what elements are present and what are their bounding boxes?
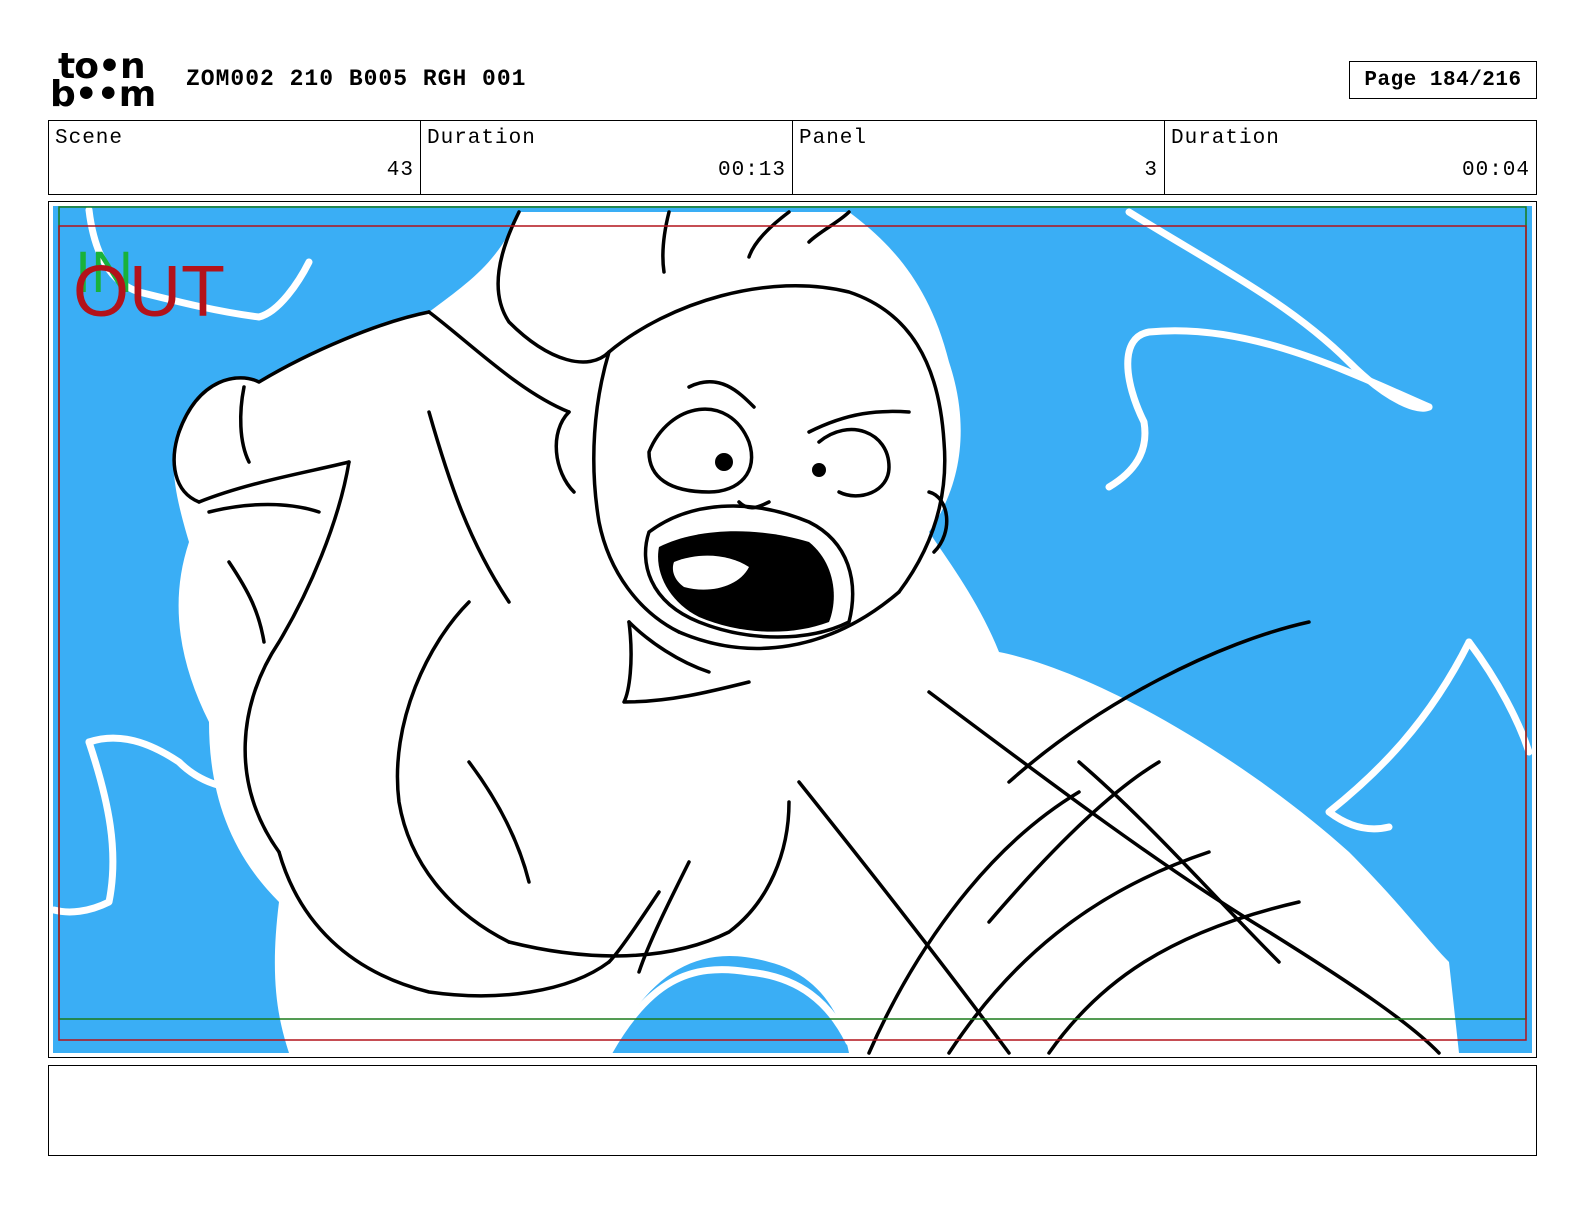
panel-duration-cell: Duration 00:04 xyxy=(1164,121,1536,194)
document-title: ZOM002 210 B005 RGH 001 xyxy=(186,66,527,92)
panel-duration-label: Duration xyxy=(1171,127,1280,150)
panel-drawing: IN OUT xyxy=(50,206,1533,1056)
logo-text-bottom: b••m xyxy=(50,74,156,115)
scene-duration-value: 00:13 xyxy=(717,159,786,182)
scene-info-table: Scene 43 Duration 00:13 Panel 3 Duration… xyxy=(48,120,1537,195)
panel-notes-box xyxy=(48,1065,1537,1156)
page-indicator: Page 184/216 xyxy=(1349,61,1537,99)
panel-duration-value: 00:04 xyxy=(1461,159,1530,182)
right-pupil xyxy=(812,463,826,477)
scene-cell: Scene 43 xyxy=(49,121,420,194)
scene-label: Scene xyxy=(55,127,124,150)
storyboard-panel: IN OUT xyxy=(48,201,1537,1058)
panel-label: Panel xyxy=(799,127,868,150)
toonboom-logo: to•n b••m xyxy=(50,49,162,115)
page-label: Page 184/216 xyxy=(1364,68,1522,92)
left-pupil xyxy=(715,453,733,471)
scene-duration-cell: Duration 00:13 xyxy=(420,121,792,194)
panel-cell: Panel 3 xyxy=(792,121,1164,194)
panel-value: 3 xyxy=(1144,159,1158,182)
scene-value: 43 xyxy=(386,159,414,182)
out-marker: OUT xyxy=(73,252,225,332)
scene-duration-label: Duration xyxy=(427,127,536,150)
